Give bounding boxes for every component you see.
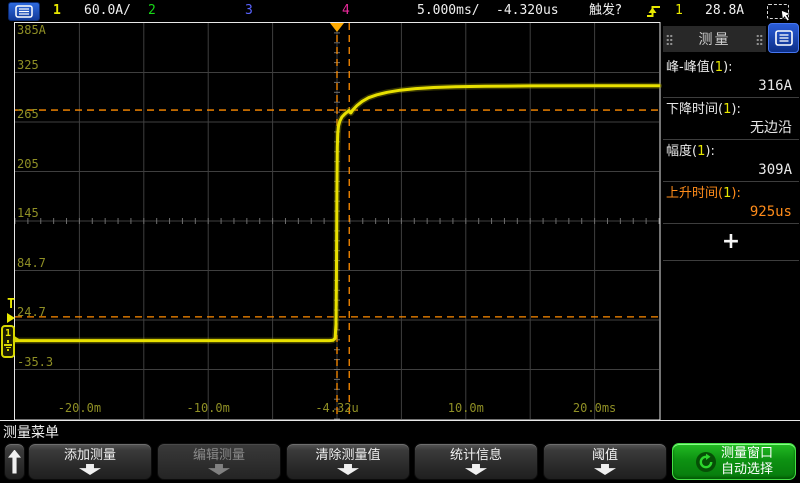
panel-menu-icon: [775, 30, 793, 46]
divider: [663, 260, 799, 261]
y-axis-label: 84.7: [17, 257, 46, 270]
menu-back-button[interactable]: [4, 443, 25, 480]
measurement-panel-header[interactable]: 测量: [663, 26, 766, 52]
x-axis-label: 10.0m: [448, 401, 484, 415]
measurement-row-rise-time[interactable]: 上升时间(1): 925us: [662, 182, 800, 223]
trigger-level-readout[interactable]: 28.8A: [705, 3, 744, 19]
drag-handle-icon[interactable]: [756, 34, 763, 45]
measurement-window-auto-select-button[interactable]: 测量窗口 自动选择: [672, 443, 796, 480]
measurement-row-amplitude[interactable]: 幅度(1): 309A: [662, 140, 800, 181]
y-axis-label: 205: [17, 158, 39, 171]
ground-symbol-icon: [7, 340, 9, 343]
main-menu-button[interactable]: [8, 2, 40, 21]
menu-title: 测量菜单: [3, 422, 59, 442]
channel-3-number[interactable]: 3: [245, 3, 253, 19]
waveform-display[interactable]: T 1 385A 325 265 205 145 84.7 24.7 -35.3 -20.0m -…: [0, 22, 662, 421]
channel-4-number[interactable]: 4: [342, 3, 350, 19]
x-axis-label: -20.0m: [58, 401, 101, 415]
measurement-value: 309A: [666, 161, 796, 179]
top-status-bar: 1 60.0A/ 2 3 4 5.000ms/ -4.320us 触发? 1 2…: [0, 0, 800, 22]
measurement-value: 925us: [666, 203, 796, 221]
y-axis-label: 145: [17, 207, 39, 220]
y-axis-label: 385A: [17, 24, 46, 37]
timebase-readout[interactable]: 5.000ms/: [417, 3, 480, 19]
down-arrow-icon: [337, 464, 359, 475]
x-axis-label: -10.0m: [187, 401, 230, 415]
trigger-source: 1: [675, 3, 683, 19]
trigger-level-arrow-icon: [7, 313, 15, 323]
hamburger-menu-icon: [15, 5, 33, 18]
down-arrow-icon: [79, 464, 101, 475]
down-arrow-icon: [594, 464, 616, 475]
channel-1-marker-number: 1: [3, 328, 13, 339]
add-measurement-button[interactable]: 添加测量: [28, 443, 152, 480]
trigger-status-label: 触发?: [589, 3, 622, 19]
trigger-level-letter: T: [5, 298, 17, 311]
clear-measurements-button[interactable]: 清除测量值: [286, 443, 410, 480]
scope-grid-and-waveform: [0, 22, 662, 421]
measurement-value: 无边沿: [666, 119, 796, 137]
measurement-row-fall-time[interactable]: 下降时间(1): 无边沿: [662, 98, 800, 139]
channel-1-ground-marker[interactable]: 1: [1, 325, 15, 358]
thresholds-button[interactable]: 阈值: [543, 443, 667, 480]
edit-measurement-button: 编辑测量: [157, 443, 281, 480]
softkey-menu-bar: 测量菜单 添加测量 编辑测量 清除测量值 统计信息 阈值 测量窗口 自动选择: [0, 420, 800, 483]
trigger-level-marker[interactable]: T: [5, 298, 17, 323]
statistics-button[interactable]: 统计信息: [414, 443, 538, 480]
channel-1-scale[interactable]: 60.0A/: [84, 3, 131, 19]
mouse-pointer-icon: [781, 10, 792, 22]
down-arrow-icon: [465, 464, 487, 475]
down-arrow-icon: [208, 464, 230, 475]
add-measurement-row[interactable]: +: [662, 224, 800, 260]
rising-edge-trigger-icon: [645, 3, 662, 19]
y-axis-label: 325: [17, 59, 39, 72]
x-axis-label: -4.32u: [315, 401, 358, 415]
delay-readout[interactable]: -4.320us: [496, 3, 559, 19]
x-axis-label: 20.0ms: [573, 401, 616, 415]
measurement-menu-button[interactable]: [768, 23, 799, 53]
selection-cursor-icon[interactable]: [767, 4, 789, 19]
y-axis-label: 265: [17, 108, 39, 121]
add-measurement-plus-button[interactable]: +: [722, 231, 740, 253]
measurement-panel: 测量 峰-峰值(1): 316A 下降时间(1): 无边沿 幅度(1): 309…: [662, 22, 800, 420]
measurement-row-peak-to-peak[interactable]: 峰-峰值(1): 316A: [662, 56, 800, 97]
drag-handle-icon[interactable]: [666, 34, 673, 45]
channel-marker-pointer-icon: [13, 335, 19, 343]
cycle-refresh-icon: [695, 451, 717, 473]
panel-title: 测量: [676, 29, 753, 49]
channel-2-number[interactable]: 2: [148, 3, 156, 19]
y-axis-label: 24.7: [17, 306, 46, 319]
up-arrow-icon: [8, 450, 21, 474]
channel-1-number[interactable]: 1: [53, 3, 61, 19]
measurement-value: 316A: [666, 77, 796, 95]
y-axis-label: -35.3: [17, 356, 53, 369]
